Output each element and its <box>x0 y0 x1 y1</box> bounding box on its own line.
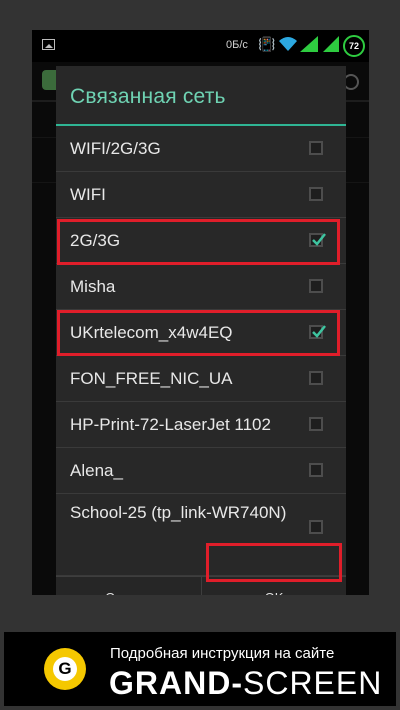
network-label: WIFI <box>70 185 106 204</box>
wifi-icon <box>279 37 297 51</box>
dialog-title: Связанная сеть <box>70 85 226 108</box>
grand-screen-logo: G <box>44 648 86 690</box>
cancel-button[interactable]: Отмена <box>56 577 202 595</box>
image-notification-icon <box>42 39 55 50</box>
checkbox[interactable] <box>309 141 323 155</box>
dialog-buttons: Отмена OK <box>56 576 346 595</box>
checkbox[interactable] <box>309 279 323 293</box>
network-label: UKrtelecom_x4w4EQ <box>70 323 233 342</box>
ok-button[interactable]: OK <box>202 577 346 595</box>
checkbox[interactable] <box>309 187 323 201</box>
list-item[interactable]: FON_FREE_NIC_UA <box>56 356 346 402</box>
data-speed: 0Б/с <box>226 39 248 51</box>
list-item[interactable]: WIFI <box>56 172 346 218</box>
list-item[interactable]: Misha <box>56 264 346 310</box>
checkbox[interactable] <box>309 371 323 385</box>
banner-brand: GRAND-SCREEN <box>109 664 382 702</box>
checkmark-icon <box>312 325 326 338</box>
signal-icon-2 <box>323 36 339 52</box>
checkbox[interactable] <box>309 520 323 534</box>
network-label: Alena_ <box>70 461 123 480</box>
phone-screen: 0Б/с 📳 72 Связанная сеть WIFI/2G/3G WIFI <box>32 30 369 595</box>
network-list: WIFI/2G/3G WIFI 2G/3G Misha UKrtelecom_x… <box>56 126 346 576</box>
network-label: 2G/3G <box>70 231 121 250</box>
linked-network-dialog: Связанная сеть WIFI/2G/3G WIFI 2G/3G Mis… <box>56 66 346 595</box>
network-label: WIFI/2G/3G <box>70 139 161 158</box>
list-item[interactable]: UKrtelecom_x4w4EQ <box>56 310 346 356</box>
logo-letter: G <box>53 657 77 681</box>
battery-icon: 72 <box>343 35 365 57</box>
checkbox-checked[interactable] <box>309 233 326 247</box>
signal-icon <box>300 36 318 52</box>
site-banner: G Подробная инструкция на сайте GRAND-SC… <box>4 632 396 706</box>
vibrate-icon: 📳 <box>258 36 276 52</box>
brand-bold: GRAND- <box>109 665 243 701</box>
checkbox[interactable] <box>309 417 323 431</box>
list-item[interactable]: Alena_ <box>56 448 346 494</box>
network-label: School-25 (tp_link-WR740N) <box>70 503 287 522</box>
list-item[interactable]: WIFI/2G/3G <box>56 126 346 172</box>
checkbox-checked[interactable] <box>309 325 326 339</box>
network-label: FON_FREE_NIC_UA <box>70 369 233 388</box>
network-label: HP-Print-72-LaserJet 1102 <box>70 415 271 434</box>
status-bar: 0Б/с 📳 72 <box>32 30 369 62</box>
list-item[interactable]: HP-Print-72-LaserJet 1102 <box>56 402 346 448</box>
checkmark-icon <box>312 233 326 246</box>
banner-subtitle: Подробная инструкция на сайте <box>110 645 335 662</box>
brand-light: SCREEN <box>242 665 383 701</box>
list-item[interactable]: 2G/3G <box>56 218 346 264</box>
network-label: Misha <box>70 277 116 296</box>
checkbox[interactable] <box>309 463 323 477</box>
list-item[interactable]: School-25 (tp_link-WR740N) <box>56 494 346 576</box>
